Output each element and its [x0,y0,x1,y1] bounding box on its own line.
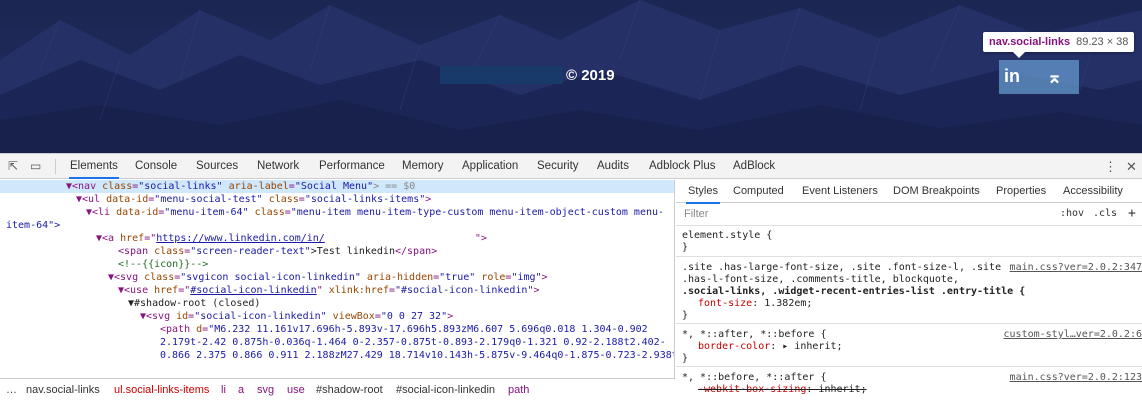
dom-node-li-continuation: item-64"> [6,220,61,231]
linkedin-url-link[interactable]: https://www.linkedin.com/in/ [156,233,325,244]
breadcrumb: … nav.social-links ul.social-links-items… [0,378,675,400]
devtools-panel: ⇱ ▭ Elements Console Sources Network Per… [0,153,1142,400]
dom-node-a[interactable]: ▼<a href="https://www.linkedin.com/in/"> [0,232,674,245]
dom-node-nav[interactable]: ▼<nav class="social-links" aria-label="S… [0,180,674,193]
styles-pane: Styles Computed Event Listeners DOM Brea… [676,180,1142,400]
dom-node-ul[interactable]: ▼<ul data-id="menu-social-test" class="s… [0,193,674,206]
tooltip-selector: nav.social-links [989,36,1071,48]
tab-dom-breakpoints[interactable]: DOM Breakpoints [893,185,980,197]
dom-node-use[interactable]: ▼<use href="#social-icon-linkedin" xlink… [0,284,674,297]
use-href-link[interactable]: #social-icon-linkedin [190,285,316,296]
dom-node-span[interactable]: <span class="screen-reader-text">Test li… [0,245,674,258]
class-toggle[interactable]: .cls [1093,208,1117,219]
style-rule-border-color: *, *::after, *::before { custom-styl…ver… [676,325,1142,367]
dom-node-shadow-root[interactable]: ▼#shadow-root (closed) [0,297,674,310]
dom-node-li[interactable]: ▼<li data-id="menu-item-64" class="menu-… [0,206,674,219]
more-options-icon[interactable]: ⋮ [1104,159,1117,175]
style-source-link[interactable]: main.css?ver=2.0.2:123 [1010,372,1142,384]
breadcrumb-ellipsis[interactable]: … [6,379,17,400]
breadcrumb-item[interactable]: #social-icon-linkedin [396,379,495,400]
style-declaration[interactable]: border-color: ▸ inherit; [698,341,843,353]
breadcrumb-item[interactable]: ul.social-links-items [114,379,209,400]
new-rule-button[interactable]: + [1128,206,1136,221]
tab-adblock-plus[interactable]: Adblock Plus [649,160,715,172]
linkedin-icon[interactable]: in [1004,66,1020,86]
copyright-text: © 2019 [566,67,615,84]
tab-elements[interactable]: Elements [69,160,119,179]
styles-filter-input[interactable]: Filter [684,208,708,220]
tab-styles[interactable]: Styles [686,185,720,204]
style-rule-box-sizing: *, *::before, *::after { main.css?ver=2.… [682,372,1142,396]
breadcrumb-item[interactable]: #shadow-root [316,379,383,400]
tab-computed[interactable]: Computed [733,185,784,197]
breadcrumb-item[interactable]: li [221,379,226,400]
device-toolbar-icon[interactable]: ▭ [30,159,41,173]
dom-node-comment[interactable]: <!--{{icon}}--> [0,258,674,271]
tab-properties[interactable]: Properties [996,185,1046,197]
style-source-link[interactable]: custom-styl…ver=2.0.2:6 [1004,329,1142,341]
hover-state-toggle[interactable]: :hov [1060,208,1084,219]
breadcrumb-item[interactable]: nav.social-links [26,379,100,400]
tooltip-dimensions: 89.23 × 38 [1076,36,1129,48]
close-icon[interactable]: ✕ [1126,159,1137,175]
inspector-tooltip: nav.social-links 89.23 × 38 [983,32,1135,58]
tab-event-listeners[interactable]: Event Listeners [802,185,878,197]
dom-node-inner-svg[interactable]: ▼<svg id="social-icon-linkedin" viewBox=… [0,310,674,323]
tab-application[interactable]: Application [462,160,518,172]
style-rule-font-size: .site .has-large-font-size, .site .font-… [676,258,1142,324]
tab-console[interactable]: Console [135,160,177,172]
dom-node-path[interactable]: <path d="M6.232 11.161v17.696h-5.893v-17… [0,323,674,336]
tab-accessibility[interactable]: Accessibility [1063,185,1123,197]
dom-node-path-continuation: 2.179t-2.42 0.875h-0.036q-1.464 0-2.357-… [160,337,666,348]
breadcrumb-item[interactable]: use [287,379,305,400]
back-to-top-icon[interactable]: ⌅ [1047,67,1062,87]
breadcrumb-item[interactable]: path [508,379,529,400]
breadcrumb-item[interactable]: svg [257,379,274,400]
toolbar-divider [55,159,56,174]
tab-adblock[interactable]: AdBlock [733,160,775,172]
tab-performance[interactable]: Performance [319,160,385,172]
elements-tree: … ▼<nav class="social-links" aria-label=… [0,180,675,378]
dom-node-svg[interactable]: ▼<svg class="svgicon social-icon-linkedi… [0,271,674,284]
style-rule-element: element.style { } [676,227,1142,257]
tab-security[interactable]: Security [537,160,579,172]
styles-tabbar: Styles Computed Event Listeners DOM Brea… [676,180,1142,204]
style-declaration[interactable]: -webkit-box-sizing: inherit; [698,384,867,396]
inspect-element-icon[interactable]: ⇱ [8,159,18,173]
tab-network[interactable]: Network [257,160,299,172]
webpage-viewport: © 2019 in ⌅ nav.social-links 89.23 × 38 [0,0,1142,153]
tab-audits[interactable]: Audits [597,160,629,172]
footer-link-bar[interactable] [440,66,562,84]
tab-sources[interactable]: Sources [196,160,238,172]
breadcrumb-item[interactable]: a [238,379,244,400]
styles-filter-row: Filter :hov .cls + [676,204,1142,226]
devtools-tabbar: ⇱ ▭ Elements Console Sources Network Per… [0,154,1142,179]
style-declaration[interactable]: font-size: 1.382em; [698,298,812,310]
dom-node-path-continuation: 0.866 2.375 0.866 0.911 2.188zM27.429 18… [160,350,675,361]
style-source-link[interactable]: main.css?ver=2.0.2:347 [1010,262,1142,274]
tab-memory[interactable]: Memory [402,160,444,172]
